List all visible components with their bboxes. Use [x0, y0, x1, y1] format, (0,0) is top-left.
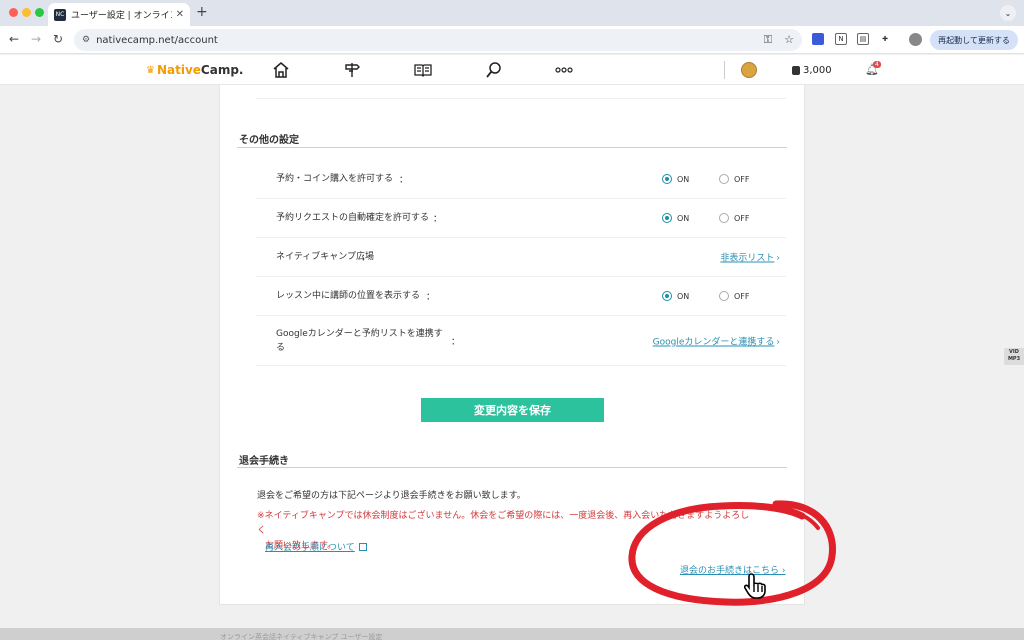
extension-translate-icon[interactable]: [812, 33, 824, 45]
setting-label: 予約リクエストの自動確定を許可する: [276, 213, 430, 223]
setting-row-allow-booking: 予約・コイン購入を許可する ： ON OFF: [256, 160, 786, 199]
setting-label-line1: Googleカレンダーと予約リストを連携す: [276, 328, 443, 339]
setting-row-auto-confirm: 予約リクエストの自動確定を許可する ： ON OFF: [256, 199, 786, 238]
bookmark-star-icon[interactable]: ☆: [784, 33, 794, 47]
forward-arrow-icon[interactable]: →: [31, 32, 41, 46]
signpost-icon[interactable]: [341, 59, 363, 81]
rejoin-procedure-link[interactable]: 再入会の手順について: [265, 540, 367, 553]
radio-selected-icon: [662, 291, 672, 301]
more-icon[interactable]: [553, 59, 575, 81]
radio-selected-icon: [662, 174, 672, 184]
setting-colon: ：: [433, 214, 443, 225]
extensions-puzzle-icon[interactable]: ✚: [879, 33, 891, 45]
maximize-window-button[interactable]: [35, 8, 44, 17]
extension-reader-icon[interactable]: ▤: [857, 33, 869, 45]
withdrawal-description: 退会をご希望の方は下記ページより退会手続きをお願い致します。: [257, 491, 526, 501]
page-footer: オンライン英会話ネイティブキャンプ ユーザー設定: [0, 628, 1024, 640]
radio-on[interactable]: ON: [662, 174, 689, 184]
setting-colon: ：: [426, 292, 436, 303]
browser-tab[interactable]: NC ユーザー設定 | オンライン英会話 ✕: [48, 3, 190, 26]
site-info-icon[interactable]: ⚙: [82, 35, 90, 45]
setting-label: ネイティブキャンプ広場: [276, 252, 375, 262]
extension-notion-icon[interactable]: N: [835, 33, 847, 45]
user-avatar[interactable]: [741, 62, 757, 78]
withdrawal-title: 退会手続き: [239, 456, 289, 467]
favicon-icon: NC: [54, 8, 66, 21]
radio-unselected-icon: [719, 174, 729, 184]
search-icon[interactable]: [483, 59, 505, 81]
tab-title: ユーザー設定 | オンライン英会話: [71, 11, 172, 21]
radio-off[interactable]: OFF: [719, 213, 750, 223]
partial-setting-row: [256, 85, 786, 99]
password-key-icon[interactable]: ⚿: [764, 33, 772, 47]
mp3-label: MP3: [1007, 356, 1021, 362]
radio-on-label: ON: [677, 174, 690, 184]
logo-camp-text: Camp.: [200, 63, 244, 77]
setting-label: 予約・コイン購入を許可する: [276, 174, 394, 184]
setting-label: Googleカレンダーと予約リストを連携す る: [276, 327, 443, 355]
header-divider: [724, 61, 725, 79]
crown-icon: ♛: [146, 64, 155, 76]
radio-selected-icon: [662, 213, 672, 223]
google-calendar-link[interactable]: Googleカレンダーと連携する ›: [653, 334, 780, 347]
setting-colon: ：: [451, 337, 461, 347]
rejoin-link-text: 再入会の手順について: [265, 543, 355, 553]
relaunch-update-button[interactable]: 再起動して更新する: [930, 30, 1018, 50]
chevron-right-icon: ›: [776, 253, 780, 264]
browser-tab-strip: NC ユーザー設定 | オンライン英会話 ✕ + ⌄: [0, 0, 1024, 26]
nativecamp-logo[interactable]: ♛ Native Camp.: [146, 63, 243, 77]
radio-off[interactable]: OFF: [719, 291, 750, 301]
site-header: ♛ Native Camp. 3,000 🔔︎ 4: [0, 55, 1024, 85]
address-bar[interactable]: ⚙ nativecamp.net/account ⚿ ☆: [74, 29, 802, 51]
radio-unselected-icon: [719, 213, 729, 223]
chevron-right-icon: ›: [776, 337, 780, 347]
vid-label: VID: [1009, 349, 1019, 355]
setting-colon: ：: [399, 175, 409, 186]
red-annotation-circle: [628, 500, 836, 606]
radio-on-label: ON: [677, 291, 690, 301]
coin-count: 3,000: [803, 65, 832, 76]
tab-search-chevron-icon[interactable]: ⌄: [1000, 5, 1016, 21]
radio-unselected-icon: [719, 291, 729, 301]
setting-row-teacher-position: レッスン中に講師の位置を表示する ： ON OFF: [256, 277, 786, 316]
setting-label: レッスン中に講師の位置を表示する: [276, 291, 421, 301]
hidden-list-link[interactable]: 非表示リスト ›: [720, 251, 780, 264]
profile-avatar-icon[interactable]: [909, 33, 922, 46]
browser-toolbar: ← → ↻ ⚙ nativecamp.net/account ⚿ ☆ N ▤ ✚…: [0, 26, 1024, 54]
book-icon[interactable]: [412, 59, 434, 81]
radio-off[interactable]: OFF: [719, 174, 750, 184]
radio-off-label: OFF: [734, 213, 750, 223]
home-icon[interactable]: [270, 59, 292, 81]
tab-close-icon[interactable]: ✕: [176, 9, 184, 20]
section-divider: [237, 467, 787, 468]
logo-native-text: Native: [156, 63, 201, 77]
radio-on-label: ON: [677, 213, 690, 223]
url-text: nativecamp.net/account: [96, 34, 218, 46]
google-calendar-link-text: Googleカレンダーと連携する: [652, 337, 775, 347]
setting-row-plaza: ネイティブキャンプ広場 ： 非表示リスト ›: [256, 238, 786, 277]
external-link-icon: [358, 543, 367, 551]
radio-on[interactable]: ON: [662, 213, 689, 223]
new-tab-icon[interactable]: +: [196, 4, 208, 20]
back-arrow-icon[interactable]: ←: [9, 32, 19, 46]
reload-icon[interactable]: ↻: [53, 32, 63, 46]
minimize-window-button[interactable]: [22, 8, 31, 17]
setting-colon: ：: [361, 253, 371, 264]
notification-badge: 4: [873, 61, 881, 68]
section-divider: [237, 147, 787, 148]
vid-mp3-badge[interactable]: VID MP3: [1004, 348, 1024, 365]
coin-balance[interactable]: 3,000: [792, 65, 832, 76]
radio-off-label: OFF: [734, 291, 750, 301]
coin-stack-icon: [792, 66, 800, 75]
radio-off-label: OFF: [734, 174, 750, 184]
close-window-button[interactable]: [9, 8, 18, 17]
save-changes-button[interactable]: 変更内容を保存: [421, 398, 604, 422]
hand-pointer-cursor-icon: [744, 573, 766, 599]
footer-text: オンライン英会話ネイティブキャンプ ユーザー設定: [220, 633, 383, 640]
hidden-list-link-text: 非表示リスト: [720, 253, 775, 264]
setting-row-google-calendar: Googleカレンダーと予約リストを連携す る ： Googleカレンダーと連携…: [256, 316, 786, 366]
radio-on[interactable]: ON: [662, 291, 689, 301]
setting-label-line2: る: [276, 342, 286, 353]
other-settings-title: その他の設定: [239, 135, 299, 146]
